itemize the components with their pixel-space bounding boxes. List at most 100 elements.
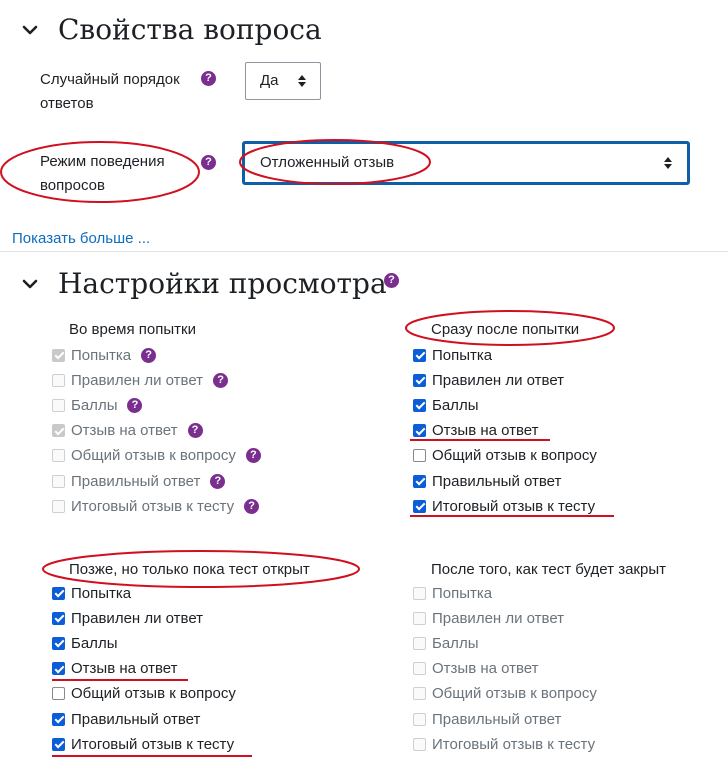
review-option-checkbox[interactable]: Баллы (52, 633, 117, 653)
select-arrows-icon (298, 75, 306, 87)
checkbox-label: Отзыв на ответ (71, 660, 178, 678)
help-icon[interactable]: ? (187, 423, 203, 439)
review-option-checkbox[interactable]: Итоговый отзыв к тесту (52, 734, 234, 754)
chevron-down-icon[interactable] (22, 22, 38, 38)
help-icon[interactable]: ? (245, 448, 261, 464)
review-option-checkbox[interactable]: Попытка (52, 583, 131, 603)
checkbox-label: Правильный ответ (71, 710, 201, 728)
review-option-checkbox: Правилен ли ответ (413, 608, 564, 628)
help-icon[interactable]: ? (244, 498, 260, 514)
help-icon[interactable]: ? (201, 155, 216, 170)
review-option-checkbox[interactable]: Итоговый отзыв к тесту (413, 496, 595, 516)
checkbox-box (413, 586, 426, 600)
review-option-checkbox[interactable]: Правильный ответ (52, 709, 200, 729)
checkbox-label: Правильный ответ (432, 472, 562, 490)
review-option-checkbox[interactable]: Правилен ли ответ (413, 370, 564, 390)
checkbox-label: Отзыв на ответ (432, 422, 539, 440)
section-divider (0, 251, 728, 252)
annotation-underline (52, 679, 188, 681)
checkbox-label: Попытка (432, 346, 493, 364)
review-option-checkbox[interactable]: Правильный ответ (413, 471, 561, 491)
help-icon[interactable]: ? (213, 372, 229, 388)
review-option-checkbox: Попытка (413, 583, 492, 603)
review-option-checkbox: Итоговый отзыв к тесту (413, 734, 595, 754)
checkbox-box (413, 712, 426, 726)
section-title-question-properties: Свойства вопроса (58, 13, 322, 46)
select-arrows-icon (664, 157, 672, 169)
review-option-checkbox[interactable]: Баллы (413, 395, 478, 415)
checkbox-label: Баллы (71, 634, 118, 652)
checkbox-box (52, 687, 65, 701)
help-icon[interactable]: ? (201, 71, 216, 86)
review-option-checkbox: Баллы? (52, 395, 143, 415)
question-behaviour-select[interactable]: Отложенный отзыв (242, 141, 690, 185)
checkbox-label: Правилен ли ответ (432, 609, 565, 627)
review-option-checkbox[interactable]: Правилен ли ответ (52, 608, 203, 628)
checkbox-box (413, 636, 426, 650)
checkbox-box (52, 348, 65, 362)
checkbox-label: Попытка (432, 584, 493, 602)
checkbox-box (413, 398, 426, 412)
checkbox-box (413, 474, 426, 488)
review-option-checkbox: Итоговый отзыв к тесту? (52, 496, 260, 516)
checkbox-label: Попытка (71, 584, 132, 602)
checkbox-box (52, 424, 65, 438)
review-option-checkbox: Попытка? (52, 345, 157, 365)
checkbox-label: Правилен ли ответ (71, 609, 204, 627)
checkbox-label: Баллы (432, 396, 479, 414)
column-heading-immediately-after: Сразу после попытки (431, 321, 580, 338)
help-icon[interactable]: ? (384, 273, 399, 288)
column-heading-during-attempt: Во время попытки (69, 321, 196, 338)
checkbox-box (52, 712, 65, 726)
checkbox-box (52, 636, 65, 650)
checkbox-box (52, 474, 65, 488)
review-option-checkbox[interactable]: Общий отзыв к вопросу (52, 684, 236, 704)
review-option-checkbox: Общий отзыв к вопросу (413, 684, 597, 704)
checkbox-box (413, 424, 426, 438)
checkbox-label: Правилен ли ответ (71, 371, 204, 389)
column-heading-later-while-open: Позже, но только пока тест открыт (69, 561, 310, 578)
review-option-checkbox[interactable]: Попытка (413, 345, 492, 365)
review-option-checkbox: Правилен ли ответ? (52, 370, 229, 390)
show-more-link[interactable]: Показать больше ... (12, 230, 150, 247)
checkbox-box (52, 398, 65, 412)
checkbox-label: Общий отзыв к вопросу (71, 685, 236, 703)
shuffle-answers-select[interactable]: Да (245, 62, 321, 100)
review-option-checkbox: Отзыв на ответ? (52, 421, 203, 441)
checkbox-label: Итоговый отзыв к тесту (71, 735, 235, 753)
checkbox-box (413, 687, 426, 701)
chevron-down-icon[interactable] (22, 276, 38, 292)
checkbox-label: Общий отзыв к вопросу (71, 447, 236, 465)
review-option-checkbox[interactable]: Отзыв на ответ (52, 659, 178, 679)
checkbox-label: Правильный ответ (432, 710, 562, 728)
checkbox-box (413, 499, 426, 513)
checkbox-box (413, 662, 426, 676)
checkbox-label: Попытка (71, 346, 132, 364)
column-heading-after-close: После того, как тест будет закрыт (431, 561, 666, 578)
checkbox-label: Отзыв на ответ (432, 660, 539, 678)
checkbox-label: Баллы (432, 634, 479, 652)
checkbox-label: Правилен ли ответ (432, 371, 565, 389)
help-icon[interactable]: ? (210, 473, 226, 489)
help-icon[interactable]: ? (141, 347, 157, 363)
review-option-checkbox[interactable]: Отзыв на ответ (413, 421, 539, 441)
checkbox-box (52, 449, 65, 463)
checkbox-box (413, 373, 426, 387)
question-behaviour-label: Режим поведения вопросов (40, 153, 165, 194)
help-icon[interactable]: ? (127, 397, 143, 413)
checkbox-label: Итоговый отзыв к тесту (432, 735, 596, 753)
checkbox-label: Общий отзыв к вопросу (432, 447, 597, 465)
checkbox-label: Правильный ответ (71, 472, 201, 490)
checkbox-box (52, 611, 65, 625)
checkbox-box (52, 662, 65, 676)
question-behaviour-value: Отложенный отзыв (260, 154, 395, 171)
review-option-checkbox[interactable]: Общий отзыв к вопросу (413, 446, 597, 466)
checkbox-box (52, 499, 65, 513)
review-option-checkbox: Правильный ответ? (52, 471, 226, 491)
checkbox-box (413, 449, 426, 463)
checkbox-box (52, 737, 65, 751)
checkbox-label: Баллы (71, 396, 118, 414)
annotation-underline (410, 515, 614, 517)
checkbox-box (413, 348, 426, 362)
review-option-checkbox: Баллы (413, 633, 478, 653)
